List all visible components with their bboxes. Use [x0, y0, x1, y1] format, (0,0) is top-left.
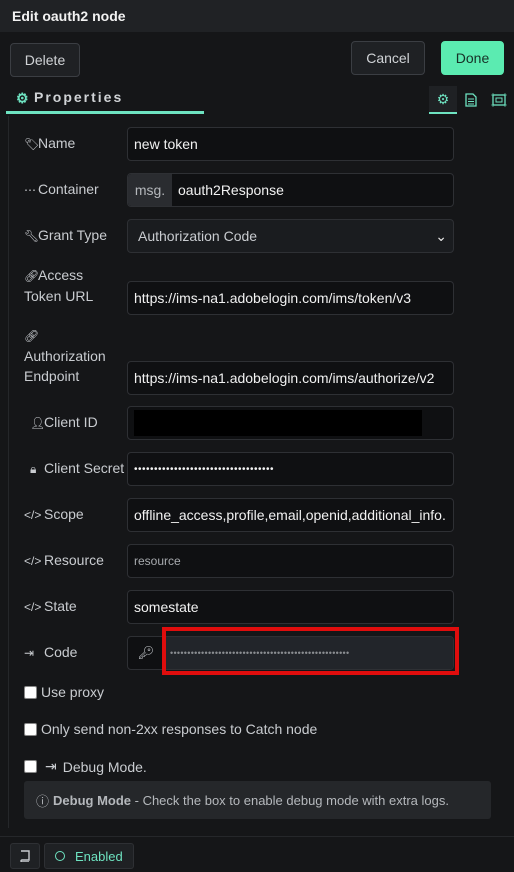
- grant-type-label-row: 🔧︎Grant Type: [24, 225, 107, 246]
- access-token-url-label-row: 🔗︎Access Token URL: [24, 265, 93, 306]
- scope-input[interactable]: offline_access,profile,email,openid,addi…: [127, 498, 454, 532]
- user-icon: 👤︎: [30, 416, 46, 430]
- tab-properties[interactable]: ⚙ Properties: [6, 84, 204, 114]
- resource-label: Resource: [44, 552, 104, 568]
- state-input[interactable]: somestate: [127, 590, 454, 624]
- book-icon[interactable]: [10, 843, 40, 869]
- link-icon: 🔗︎: [24, 269, 40, 283]
- access-token-url-label-2: Token URL: [24, 288, 94, 304]
- code-label: Code: [44, 644, 78, 660]
- client-secret-label: Client Secret: [44, 460, 125, 476]
- sign-in-icon: ⇥: [24, 646, 35, 660]
- state-label: State: [44, 598, 77, 614]
- authorization-endpoint-label-row: 🔗︎ Authorization Endpoint: [24, 325, 106, 386]
- debug-info-box: ⓘ Debug Mode - Check the box to enable d…: [24, 781, 491, 819]
- scope-label-row: </> Scope: [24, 504, 84, 525]
- container-input[interactable]: msg. oauth2Response: [127, 173, 454, 207]
- debug-mode-checkbox[interactable]: [24, 760, 37, 773]
- tab-icon-group: ⚙: [429, 86, 513, 114]
- info-icon: ⓘ: [36, 793, 50, 809]
- name-label-row: 🏷︎Name: [24, 133, 75, 154]
- authorization-endpoint-label-1: Authorization: [24, 348, 106, 364]
- code-icon: </>: [24, 508, 42, 522]
- ellipsis-icon: ⋯: [24, 183, 36, 197]
- chevron-down-icon: ⌄: [435, 227, 447, 244]
- only-non-2xx-row[interactable]: Only send non-2xx responses to Catch nod…: [24, 721, 317, 737]
- document-icon[interactable]: [457, 86, 485, 114]
- only-non-2xx-label: Only send non-2xx responses to Catch nod…: [41, 721, 318, 737]
- code-icon: </>: [24, 600, 42, 614]
- state-label-row: </> State: [24, 596, 77, 617]
- authorization-endpoint-input[interactable]: https://ims-na1.adobelogin.com/ims/autho…: [127, 361, 454, 395]
- use-proxy-checkbox[interactable]: [24, 685, 37, 699]
- gear-icon[interactable]: ⚙: [429, 86, 457, 114]
- delete-button[interactable]: Delete: [10, 43, 80, 77]
- scope-label: Scope: [44, 506, 84, 522]
- code-label-row: ⇥ Code: [24, 642, 77, 663]
- use-proxy-row[interactable]: Use proxy: [24, 684, 104, 700]
- key-icon: 🔑︎: [137, 645, 155, 660]
- tab-properties-label: Properties: [34, 89, 124, 105]
- enabled-label: Enabled: [75, 848, 123, 864]
- debug-info-text: - Check the box to enable debug mode wit…: [131, 792, 449, 808]
- sign-in-icon: ⇥: [45, 758, 57, 774]
- only-non-2xx-checkbox[interactable]: [24, 722, 37, 736]
- container-value: oauth2Response: [178, 182, 284, 198]
- client-secret-label-row: 🔒︎ Client Secret: [30, 458, 124, 479]
- frame-icon[interactable]: [485, 86, 513, 114]
- gear-icon: ⚙: [16, 90, 31, 106]
- use-proxy-label: Use proxy: [41, 684, 105, 700]
- name-label: Name: [38, 135, 76, 151]
- debug-info-title: Debug Mode: [53, 792, 132, 808]
- client-id-label-row: 👤︎Client ID: [30, 412, 98, 433]
- authorization-endpoint-label-2: Endpoint: [24, 368, 80, 384]
- access-token-url-label-1: Access: [38, 267, 84, 283]
- resource-label-row: </> Resource: [24, 550, 104, 571]
- debug-mode-label: Debug Mode.: [62, 758, 147, 775]
- dialog-title: Edit oauth2 node: [0, 0, 514, 32]
- client-id-input[interactable]: [127, 406, 454, 440]
- resource-input[interactable]: resource: [127, 544, 454, 578]
- wrench-icon: 🔧︎: [24, 229, 40, 243]
- grant-type-label: Grant Type: [38, 227, 108, 243]
- link-icon: 🔗︎: [24, 329, 40, 343]
- highlight-box: [162, 627, 459, 675]
- name-input[interactable]: new token: [127, 127, 454, 161]
- grant-type-value: Authorization Code: [138, 228, 258, 244]
- msg-prefix: msg.: [128, 174, 172, 206]
- done-button[interactable]: Done: [441, 41, 504, 75]
- enabled-toggle[interactable]: Enabled: [44, 843, 134, 869]
- container-label: Container: [38, 181, 99, 197]
- client-id-label: Client ID: [44, 414, 98, 430]
- container-label-row: ⋯ Container: [24, 179, 99, 200]
- grant-type-select[interactable]: Authorization Code ⌄: [127, 219, 454, 253]
- code-icon: </>: [24, 554, 42, 568]
- debug-mode-row[interactable]: ⇥ Debug Mode.: [24, 758, 147, 775]
- cancel-button[interactable]: Cancel: [351, 41, 425, 75]
- client-secret-input[interactable]: •••••••••••••••••••••••••••••••••••: [127, 452, 454, 486]
- footer-bar: Enabled: [0, 836, 514, 872]
- lock-icon: 🔒︎: [30, 462, 37, 476]
- tag-icon: 🏷︎: [24, 137, 40, 151]
- access-token-url-input[interactable]: https://ims-na1.adobelogin.com/ims/token…: [127, 281, 454, 315]
- client-id-redaction: [134, 410, 422, 436]
- circle-icon: [55, 851, 65, 861]
